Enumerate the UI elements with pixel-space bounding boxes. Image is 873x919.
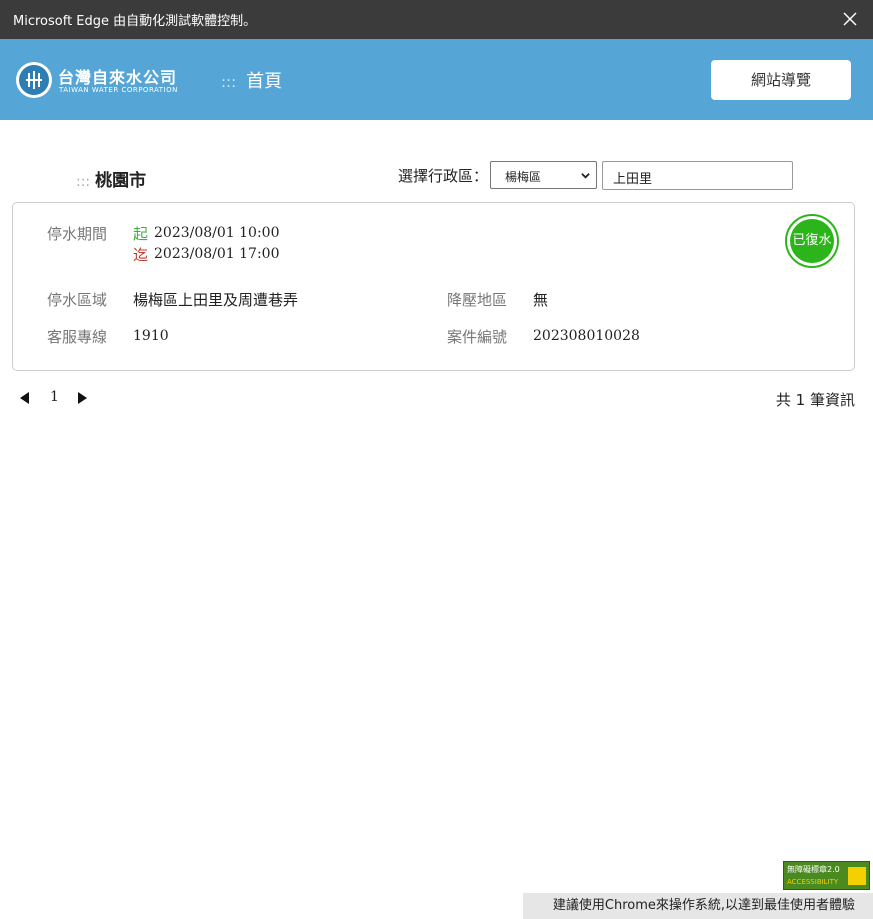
- status-badge-text: 已復水: [790, 219, 834, 263]
- accessibility-badge[interactable]: 無障礙標章2.0 ACCESSIBILITY: [783, 861, 870, 890]
- village-input[interactable]: 上田里: [602, 161, 793, 190]
- case-label: 案件編號: [447, 328, 508, 346]
- city-heading: ::: 桃園市: [76, 166, 146, 191]
- breadcrumb: ::: 首頁: [221, 67, 282, 93]
- start-marker: 起: [133, 225, 149, 243]
- end-time: 2023/08/01 17:00: [154, 246, 280, 262]
- total-count: 共 1 筆資訊: [775, 391, 855, 409]
- status-badge: 已復水: [785, 214, 839, 268]
- end-marker: 迄: [133, 246, 149, 264]
- chevron-down-icon: [581, 173, 590, 179]
- accessibility-badge-title: 無障礙標章2.0: [787, 865, 840, 874]
- next-page-icon[interactable]: [76, 392, 88, 404]
- start-time: 2023/08/01 10:00: [154, 225, 280, 241]
- area-value: 楊梅區上田里及周遭巷弄: [133, 291, 299, 309]
- logo-mark-icon: [16, 62, 52, 98]
- hotline-label: 客服專線: [47, 328, 108, 346]
- area-select-label: 選擇行政區：: [398, 167, 489, 185]
- browser-recommendation: 建議使用Chrome來操作系統,以達到最佳使用者體驗: [523, 893, 873, 919]
- logo-text: 台灣自來水公司: [58, 68, 178, 87]
- city-dots: :::: [76, 174, 91, 190]
- logo-text-en: TAIWAN WATER CORPORATION: [59, 86, 178, 94]
- pressure-value: 無: [533, 291, 549, 309]
- pressure-label: 降壓地區: [447, 291, 508, 309]
- case-value: 202308010028: [533, 328, 640, 344]
- breadcrumb-dots: :::: [221, 73, 237, 91]
- pagination: 1: [19, 389, 99, 407]
- window-title: Microsoft Edge 由自動化測試軟體控制。: [13, 14, 257, 29]
- city-name: 桃園市: [95, 171, 147, 191]
- outage-card: 停水期間 起 2023/08/01 10:00 迄 2023/08/01 17:…: [12, 202, 855, 371]
- district-select[interactable]: 楊梅區: [490, 161, 597, 189]
- area-label: 停水區域: [47, 291, 108, 309]
- prev-page-icon[interactable]: [19, 392, 31, 404]
- site-header: 台灣自來水公司 TAIWAN WATER CORPORATION ::: 首頁 網…: [0, 39, 873, 120]
- accessibility-grid-icon: [848, 867, 866, 885]
- district-select-value: 楊梅區: [505, 170, 542, 184]
- sitemap-button[interactable]: 網站導覽: [711, 60, 851, 100]
- page-number[interactable]: 1: [50, 389, 59, 405]
- close-icon[interactable]: [837, 6, 863, 32]
- company-logo[interactable]: 台灣自來水公司 TAIWAN WATER CORPORATION: [16, 62, 192, 98]
- water-logo-icon: [26, 71, 42, 89]
- accessibility-badge-sub: ACCESSIBILITY: [787, 878, 839, 886]
- browser-titlebar: Microsoft Edge 由自動化測試軟體控制。: [0, 0, 873, 39]
- village-input-value: 上田里: [613, 172, 653, 187]
- hotline-value: 1910: [133, 328, 169, 344]
- breadcrumb-home[interactable]: 首頁: [246, 71, 282, 92]
- period-label: 停水期間: [47, 225, 108, 243]
